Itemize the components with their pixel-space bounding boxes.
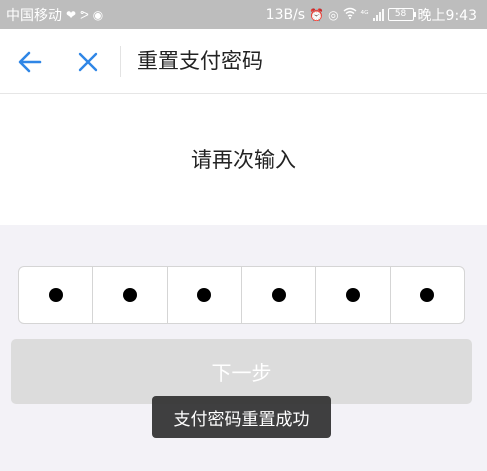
eye-icon: ◎	[328, 7, 339, 22]
status-right: 13B/s ⏰ ◎ ⁴ᴳ 58 晚上9:43	[266, 5, 477, 25]
page-title: 重置支付密码	[137, 49, 263, 73]
nav-divider	[120, 46, 121, 77]
signal-icon	[372, 8, 384, 21]
pin-cell[interactable]	[389, 267, 464, 323]
nav-bar: 重置支付密码	[0, 29, 487, 94]
network-type: ⁴ᴳ	[360, 9, 369, 20]
pin-cell[interactable]	[166, 267, 241, 323]
pin-cell[interactable]	[315, 267, 389, 323]
close-icon	[78, 52, 98, 72]
status-bar: 中国移动 ❤ ᕗ ◉ 13B/s ⏰ ◎ ⁴ᴳ 58 晚上9:43	[0, 0, 487, 29]
pin-dot	[420, 288, 435, 302]
pin-dot	[122, 288, 137, 302]
clock: 晚上9:43	[417, 7, 477, 24]
heart-icon: ❤	[66, 7, 77, 22]
record-icon: ◉	[92, 7, 104, 22]
net-speed: 13B/s	[265, 6, 306, 23]
pin-dot	[271, 288, 286, 302]
wifi-icon	[343, 7, 357, 22]
arrow-left-icon	[18, 51, 42, 73]
back-button[interactable]	[14, 46, 46, 78]
pin-input[interactable]	[18, 266, 465, 324]
prompt-text: 请再次输入	[191, 148, 296, 172]
carrier-name: 中国移动	[6, 7, 62, 24]
status-left: 中国移动 ❤ ᕗ ◉	[6, 5, 103, 25]
pin-dot	[48, 288, 63, 302]
prompt-panel: 请再次输入	[0, 94, 487, 225]
alarm-icon: ⏰	[309, 7, 325, 22]
pin-cell[interactable]	[92, 267, 166, 323]
close-button[interactable]	[72, 46, 104, 78]
pin-dot	[345, 288, 360, 302]
next-button[interactable]: 下一步	[11, 339, 472, 404]
pin-dot	[197, 288, 212, 302]
battery-icon: 58	[387, 8, 416, 21]
pin-cell[interactable]	[240, 267, 315, 323]
battery-level: 58	[394, 9, 407, 19]
toast-message: 支付密码重置成功	[152, 396, 331, 438]
pin-cell[interactable]	[19, 267, 92, 323]
fitness-icon: ᕗ	[80, 7, 89, 22]
